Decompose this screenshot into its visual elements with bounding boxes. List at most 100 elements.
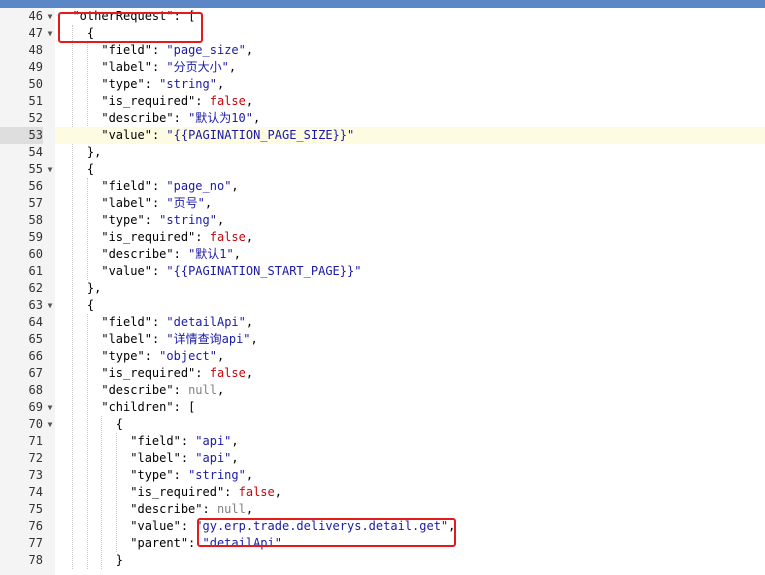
code-line[interactable]: 59 "is_required": false, bbox=[0, 229, 765, 246]
line-number: 63 bbox=[28, 298, 43, 312]
code-line[interactable]: 72 "label": "api", bbox=[0, 450, 765, 467]
code-text: "is_required": false, bbox=[101, 366, 254, 380]
code-text: "type": "object", bbox=[101, 349, 225, 363]
code-line[interactable]: 55 ▼ { bbox=[0, 161, 765, 178]
code-text: "describe": null, bbox=[101, 383, 225, 397]
code-text: { bbox=[58, 417, 124, 431]
line-number: 72 bbox=[28, 451, 43, 465]
fold-toggle-icon[interactable]: ▼ bbox=[45, 161, 55, 178]
code-line[interactable]: 64 "field": "detailApi", bbox=[0, 314, 765, 331]
code-text: "is_required": false, bbox=[101, 94, 254, 108]
code-text: "label": "页号", bbox=[101, 196, 213, 210]
code-text: "describe": null, bbox=[130, 502, 254, 516]
code-text: "children": [ bbox=[101, 400, 196, 414]
code-editor[interactable]: 46 ▼ "otherRequest": [47 ▼ {48 "field": "p… bbox=[0, 8, 765, 575]
code-text: "parent": "detailApi" bbox=[130, 536, 282, 550]
code-line[interactable]: 47 ▼ { bbox=[0, 25, 765, 42]
code-line[interactable]: 69 ▼ "children": [ bbox=[0, 399, 765, 416]
line-number: 69 bbox=[28, 400, 43, 414]
code-text: { bbox=[58, 298, 95, 312]
code-text: "type": "string", bbox=[101, 213, 225, 227]
code-line[interactable]: 61 "value": "{{PAGINATION_START_PAGE}}" bbox=[0, 263, 765, 280]
code-line[interactable]: 74 "is_required": false, bbox=[0, 484, 765, 501]
code-line[interactable]: 66 "type": "object", bbox=[0, 348, 765, 365]
code-line[interactable]: 51 "is_required": false, bbox=[0, 93, 765, 110]
code-line[interactable]: 56 "field": "page_no", bbox=[0, 178, 765, 195]
line-number: 77 bbox=[28, 536, 43, 550]
code-text: { bbox=[58, 162, 95, 176]
line-number: 60 bbox=[28, 247, 43, 261]
line-number: 66 bbox=[28, 349, 43, 363]
code-line[interactable]: 73 "type": "string", bbox=[0, 467, 765, 484]
line-number: 70 bbox=[28, 417, 43, 431]
code-line[interactable]: 67 "is_required": false, bbox=[0, 365, 765, 382]
fold-toggle-icon[interactable]: ▼ bbox=[45, 25, 55, 42]
code-line[interactable]: 58 "type": "string", bbox=[0, 212, 765, 229]
code-text: "value": "{{PAGINATION_START_PAGE}}" bbox=[101, 264, 362, 278]
code-line[interactable]: 78 } bbox=[0, 552, 765, 569]
line-number: 46 bbox=[28, 9, 43, 23]
code-text: "type": "string", bbox=[130, 468, 254, 482]
line-number: 49 bbox=[28, 60, 43, 74]
code-text: }, bbox=[58, 145, 102, 159]
line-number: 56 bbox=[28, 179, 43, 193]
code-line[interactable]: 76 "value": "gy.erp.trade.deliverys.deta… bbox=[0, 518, 765, 535]
fold-toggle-icon[interactable]: ▼ bbox=[45, 416, 55, 433]
fold-toggle-icon[interactable]: ▼ bbox=[45, 399, 55, 416]
code-line[interactable]: 46 ▼ "otherRequest": [ bbox=[0, 8, 765, 25]
code-line[interactable]: 52 "describe": "默认为10", bbox=[0, 110, 765, 127]
code-line[interactable]: 70 ▼ { bbox=[0, 416, 765, 433]
line-number: 50 bbox=[28, 77, 43, 91]
code-line[interactable]: 53 "value": "{{PAGINATION_PAGE_SIZE}}" bbox=[0, 127, 765, 144]
fold-toggle-icon[interactable]: ▼ bbox=[45, 297, 55, 314]
code-line[interactable]: 49 "label": "分页大小", bbox=[0, 59, 765, 76]
code-line[interactable]: 65 "label": "详情查询api", bbox=[0, 331, 765, 348]
line-number: 57 bbox=[28, 196, 43, 210]
line-number: 67 bbox=[28, 366, 43, 380]
code-text: "field": "page_size", bbox=[101, 43, 254, 57]
code-text: "value": "{{PAGINATION_PAGE_SIZE}}" bbox=[55, 127, 765, 144]
line-number: 65 bbox=[28, 332, 43, 346]
line-number: 53 bbox=[0, 127, 43, 144]
line-number: 71 bbox=[28, 434, 43, 448]
line-number: 48 bbox=[28, 43, 43, 57]
code-text: "label": "分页大小", bbox=[101, 60, 237, 74]
line-number: 73 bbox=[28, 468, 43, 482]
code-text: "type": "string", bbox=[101, 77, 225, 91]
code-line[interactable]: 48 "field": "page_size", bbox=[0, 42, 765, 59]
code-line[interactable]: 68 "describe": null, bbox=[0, 382, 765, 399]
code-line[interactable]: 75 "describe": null, bbox=[0, 501, 765, 518]
code-line[interactable]: 50 "type": "string", bbox=[0, 76, 765, 93]
code-text: } bbox=[58, 553, 124, 567]
code-text: { bbox=[58, 26, 95, 40]
code-line[interactable]: 71 "field": "api", bbox=[0, 433, 765, 450]
code-line[interactable]: 60 "describe": "默认1", bbox=[0, 246, 765, 263]
code-text: "field": "page_no", bbox=[101, 179, 239, 193]
code-line[interactable]: 57 "label": "页号", bbox=[0, 195, 765, 212]
line-number: 61 bbox=[28, 264, 43, 278]
code-text: "label": "详情查询api", bbox=[101, 332, 258, 346]
line-number: 55 bbox=[28, 162, 43, 176]
line-number: 59 bbox=[28, 230, 43, 244]
code-text: "otherRequest": [ bbox=[72, 9, 196, 23]
code-text: "describe": "默认为10", bbox=[101, 111, 261, 125]
code-text: }, bbox=[58, 281, 102, 295]
code-line[interactable]: 62 }, bbox=[0, 280, 765, 297]
line-number: 52 bbox=[28, 111, 43, 125]
line-number: 47 bbox=[28, 26, 43, 40]
code-line[interactable]: 54 }, bbox=[0, 144, 765, 161]
line-number: 76 bbox=[28, 519, 43, 533]
code-line[interactable]: 63 ▼ { bbox=[0, 297, 765, 314]
line-number: 58 bbox=[28, 213, 43, 227]
code-text: "value": "gy.erp.trade.deliverys.detail.… bbox=[130, 519, 456, 533]
code-line[interactable]: 77 "parent": "detailApi" bbox=[0, 535, 765, 552]
line-number: 62 bbox=[28, 281, 43, 295]
line-number: 74 bbox=[28, 485, 43, 499]
code-text: "describe": "默认1", bbox=[101, 247, 241, 261]
fold-toggle-icon[interactable]: ▼ bbox=[45, 8, 55, 25]
code-text: "is_required": false, bbox=[101, 230, 254, 244]
code-text: "label": "api", bbox=[130, 451, 239, 465]
code-text: "is_required": false, bbox=[130, 485, 282, 499]
line-number: 54 bbox=[28, 145, 43, 159]
code-text: "field": "detailApi", bbox=[101, 315, 254, 329]
